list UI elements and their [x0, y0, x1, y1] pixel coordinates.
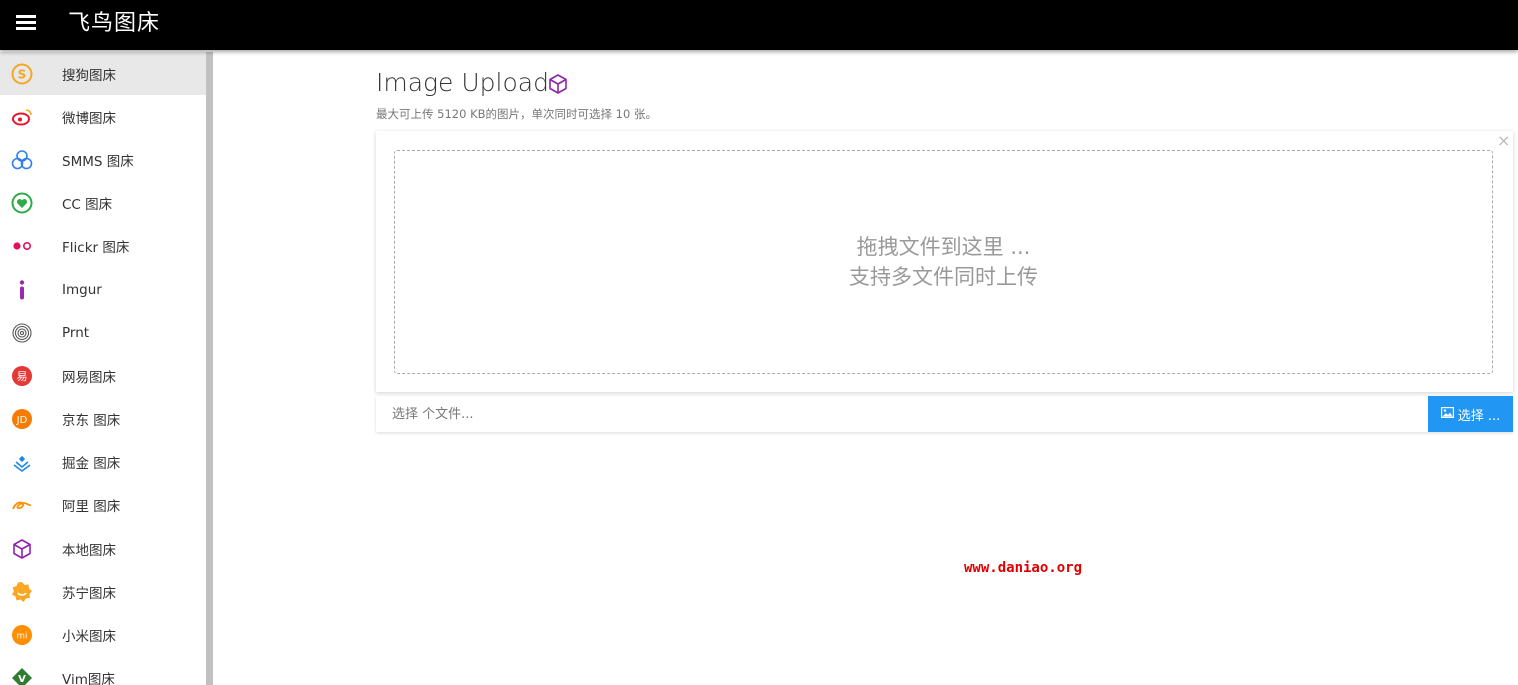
- sidebar-item-prnt[interactable]: Prnt: [0, 311, 206, 354]
- top-bar: 飞鸟图床: [0, 0, 1518, 50]
- xiaomi-icon: mi: [11, 624, 33, 646]
- sidebar-item-label: Flickr 图床: [62, 240, 130, 257]
- close-icon[interactable]: ×: [1497, 132, 1510, 150]
- hamburger-menu-icon[interactable]: [16, 15, 36, 31]
- sidebar-item-cc[interactable]: CC 图床: [0, 182, 206, 225]
- sidebar-item-label: 网易图床: [62, 369, 116, 386]
- weibo-icon: [11, 106, 33, 128]
- flickr-icon: [11, 235, 33, 257]
- upload-limit-text: 最大可上传 5120 KB的图片，单次同时可选择 10 张。: [376, 107, 657, 121]
- sidebar-item-weibo[interactable]: 微博图床: [0, 95, 206, 138]
- jd-icon: JD: [11, 408, 33, 430]
- sidebar-item-xiaomi[interactable]: mi 小米图床: [0, 613, 206, 656]
- image-icon: [1440, 406, 1454, 422]
- sidebar-item-suning[interactable]: 苏宁图床: [0, 570, 206, 613]
- drop-hint-secondary: 支持多文件同时上传: [849, 265, 1038, 289]
- sidebar-item-label: 微博图床: [62, 110, 116, 127]
- sidebar-item-smms[interactable]: SMMS 图床: [0, 138, 206, 181]
- imgur-icon: [11, 279, 33, 301]
- file-caption-input[interactable]: [376, 396, 1428, 432]
- smms-icon: [11, 149, 33, 171]
- sidebar-item-label: Prnt: [62, 324, 90, 341]
- file-select-row: 选择 ...: [376, 396, 1513, 432]
- sidebar-item-label: 京东 图床: [62, 413, 121, 430]
- juejin-icon: [11, 451, 33, 473]
- sidebar-item-label: 搜狗图床: [62, 67, 116, 84]
- fingerprint-icon: [11, 322, 33, 344]
- sidebar-item-label: 苏宁图床: [62, 585, 116, 602]
- choose-file-button[interactable]: 选择 ...: [1428, 396, 1513, 432]
- vim-icon: V: [11, 667, 33, 685]
- sidebar-item-label: 小米图床: [62, 629, 116, 646]
- sidebar-item-netease[interactable]: 易 网易图床: [0, 354, 206, 397]
- sidebar-item-vim[interactable]: V Vim图床: [0, 657, 206, 685]
- sidebar-item-label: 阿里 图床: [62, 499, 121, 516]
- sidebar-item-label: 本地图床: [62, 542, 116, 559]
- app-title: 飞鸟图床: [68, 11, 161, 36]
- sidebar-item-jd[interactable]: JD 京东 图床: [0, 398, 206, 441]
- sidebar-item-label: Imgur: [62, 281, 102, 298]
- cube-icon: [547, 72, 569, 100]
- drop-hint-primary: 拖拽文件到这里 ...: [856, 235, 1031, 259]
- sidebar-item-label: 掘金 图床: [62, 456, 121, 473]
- page-title: Image Upload: [376, 68, 549, 97]
- svg-text:JD: JD: [16, 415, 28, 426]
- svg-text:V: V: [18, 674, 26, 685]
- sidebar-item-label: CC 图床: [62, 197, 113, 214]
- choose-file-label: 选择 ...: [1457, 408, 1501, 424]
- sidebar: S 搜狗图床 微博图床 SMMS 图床 CC 图床 Flickr 图床 Imgu…: [0, 52, 206, 685]
- svg-text:S: S: [18, 67, 27, 81]
- sidebar-item-imgur[interactable]: Imgur: [0, 268, 206, 311]
- sidebar-item-sogou[interactable]: S 搜狗图床: [0, 52, 206, 96]
- sogou-icon: S: [11, 63, 33, 85]
- upload-panel: 拖拽文件到这里 ... 支持多文件同时上传: [376, 131, 1513, 392]
- svg-text:mi: mi: [17, 632, 28, 642]
- sidebar-scrollbar[interactable]: [206, 52, 213, 685]
- cc-heart-icon: [11, 192, 33, 214]
- netease-icon: 易: [11, 365, 33, 387]
- sidebar-item-alibaba[interactable]: 阿里 图床: [0, 484, 206, 527]
- sidebar-item-juejin[interactable]: 掘金 图床: [0, 441, 206, 484]
- suning-icon: [11, 581, 33, 603]
- watermark-text: www.daniao.org: [964, 560, 1083, 576]
- sidebar-item-label: Vim图床: [62, 672, 115, 685]
- drop-zone[interactable]: 拖拽文件到这里 ... 支持多文件同时上传: [394, 150, 1493, 374]
- alibaba-icon: [11, 494, 33, 516]
- sidebar-item-flickr[interactable]: Flickr 图床: [0, 225, 206, 268]
- svg-text:易: 易: [17, 370, 28, 383]
- cube-icon: [11, 538, 33, 560]
- sidebar-item-local[interactable]: 本地图床: [0, 527, 206, 570]
- sidebar-item-label: SMMS 图床: [62, 153, 134, 170]
